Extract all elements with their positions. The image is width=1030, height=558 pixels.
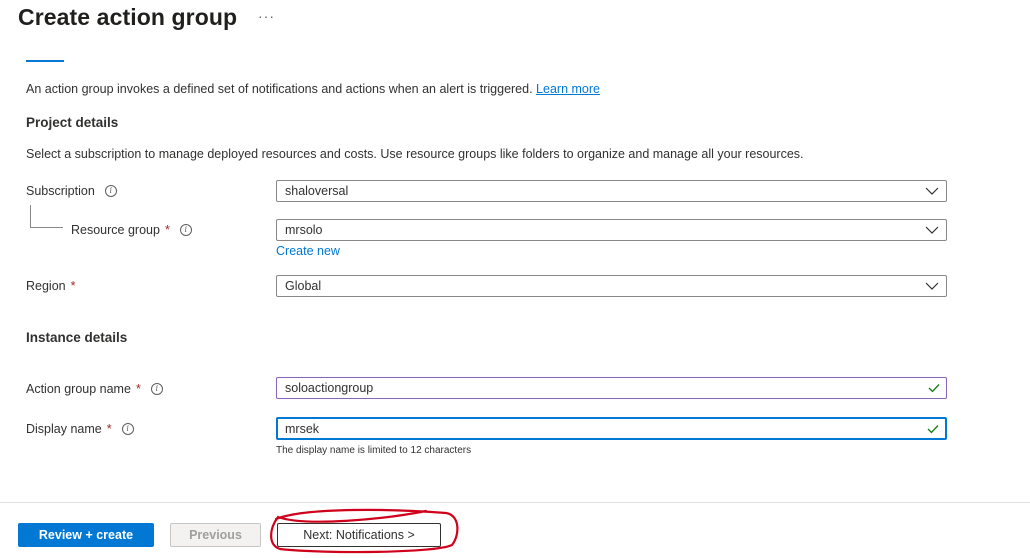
display-name-label-text: Display name — [26, 422, 102, 436]
info-icon[interactable]: i — [121, 423, 134, 435]
region-label: Region * — [26, 279, 76, 293]
more-options-button[interactable]: ··· — [258, 8, 275, 24]
info-icon[interactable]: i — [179, 224, 192, 236]
chevron-down-icon — [918, 181, 946, 201]
project-details-description: Select a subscription to manage deployed… — [26, 147, 804, 161]
intro-text: An action group invokes a defined set of… — [26, 82, 600, 96]
action-group-name-label: Action group name * i — [26, 382, 163, 396]
required-marker: * — [164, 223, 170, 237]
page-title: Create action group — [18, 4, 238, 30]
info-icon[interactable]: i — [150, 383, 163, 395]
subscription-label: Subscription i — [26, 184, 117, 198]
instance-details-heading: Instance details — [26, 330, 128, 345]
region-label-text: Region — [26, 279, 66, 293]
display-name-hint: The display name is limited to 12 charac… — [276, 445, 472, 456]
chevron-down-icon — [918, 276, 946, 296]
intro-description: An action group invokes a defined set of… — [26, 82, 533, 96]
required-marker: * — [70, 279, 76, 293]
display-name-input[interactable]: mrsek — [276, 417, 947, 440]
action-group-name-input[interactable]: soloactiongroup — [276, 377, 947, 399]
chevron-down-icon — [918, 220, 946, 240]
checkmark-icon — [922, 378, 946, 398]
resource-group-value: mrsolo — [285, 223, 323, 237]
tab-indicator — [26, 60, 64, 62]
info-icon[interactable]: i — [104, 185, 117, 197]
footer-divider — [0, 502, 1030, 503]
tree-connector — [30, 205, 63, 228]
required-marker: * — [106, 422, 112, 436]
resource-group-label: Resource group * i — [71, 223, 192, 237]
display-name-value: mrsek — [285, 421, 320, 436]
display-name-label: Display name * i — [26, 422, 134, 436]
review-create-button[interactable]: Review + create — [18, 523, 154, 547]
annotation-circle — [270, 508, 459, 554]
subscription-label-text: Subscription — [26, 184, 95, 198]
learn-more-link[interactable]: Learn more — [536, 82, 600, 96]
project-details-heading: Project details — [26, 115, 119, 130]
subscription-dropdown[interactable]: shaloversal — [276, 180, 947, 202]
create-new-link[interactable]: Create new — [276, 244, 340, 258]
checkmark-icon — [921, 419, 945, 438]
action-group-name-value: soloactiongroup — [285, 381, 374, 395]
resource-group-dropdown[interactable]: mrsolo — [276, 219, 947, 241]
action-group-name-label-text: Action group name — [26, 382, 131, 396]
region-dropdown[interactable]: Global — [276, 275, 947, 297]
required-marker: * — [135, 382, 141, 396]
resource-group-label-text: Resource group — [71, 223, 160, 237]
subscription-value: shaloversal — [285, 184, 349, 198]
previous-button[interactable]: Previous — [170, 523, 261, 547]
region-value: Global — [285, 279, 322, 293]
